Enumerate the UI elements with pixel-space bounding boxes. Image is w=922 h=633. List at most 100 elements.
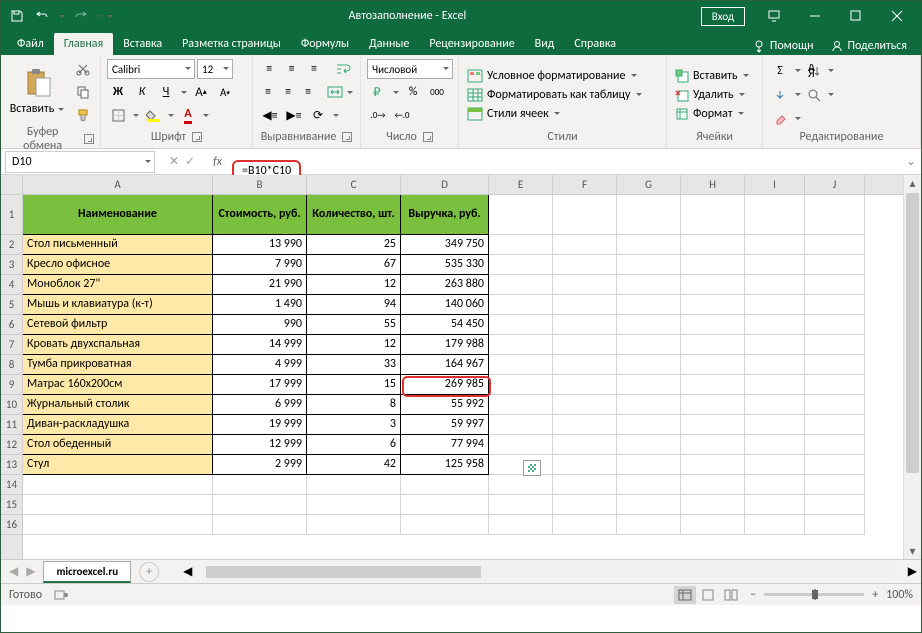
- value-cell[interactable]: 6 999: [213, 395, 307, 415]
- cell[interactable]: [681, 435, 745, 455]
- value-cell[interactable]: 12 999: [213, 435, 307, 455]
- cell[interactable]: [681, 415, 745, 435]
- cell[interactable]: [489, 475, 553, 495]
- row-header-10[interactable]: 10: [1, 395, 22, 415]
- cell[interactable]: [489, 355, 553, 375]
- accounting-dropdown[interactable]: [391, 82, 400, 102]
- row-header-14[interactable]: 14: [1, 475, 22, 495]
- table-header[interactable]: Количество, шт.: [307, 195, 401, 235]
- horizontal-scroll-thumb[interactable]: [206, 566, 481, 578]
- row-header-2[interactable]: 2: [1, 235, 22, 255]
- name-cell[interactable]: Диван-раскладушка: [23, 415, 213, 435]
- column-header-J[interactable]: J: [805, 175, 865, 194]
- row-header-12[interactable]: 12: [1, 435, 22, 455]
- accounting-format-button[interactable]: ₽: [367, 82, 389, 102]
- underline-dropdown[interactable]: [179, 82, 188, 102]
- merge-button[interactable]: [326, 82, 344, 102]
- value-cell[interactable]: 535 330: [401, 255, 489, 275]
- column-header-E[interactable]: E: [489, 175, 553, 194]
- cancel-formula-button[interactable]: ✕: [169, 154, 179, 169]
- cell[interactable]: [681, 355, 745, 375]
- name-cell[interactable]: Тумба прикроватная: [23, 355, 213, 375]
- save-button[interactable]: [5, 4, 29, 28]
- column-header-F[interactable]: F: [553, 175, 617, 194]
- value-cell[interactable]: 164 967: [401, 355, 489, 375]
- value-cell[interactable]: 179 988: [401, 335, 489, 355]
- value-cell[interactable]: 15: [307, 375, 401, 395]
- cell[interactable]: [745, 235, 805, 255]
- qat-customize[interactable]: [105, 4, 114, 28]
- cell[interactable]: [489, 335, 553, 355]
- row-header-13[interactable]: 13: [1, 455, 22, 475]
- wrap-text-button[interactable]: [334, 59, 354, 79]
- cell[interactable]: [553, 295, 617, 315]
- align-middle-button[interactable]: ≡: [281, 59, 301, 79]
- cell[interactable]: [401, 515, 489, 535]
- cell[interactable]: [307, 515, 401, 535]
- cell[interactable]: [805, 475, 865, 495]
- cell[interactable]: [745, 455, 805, 475]
- value-cell[interactable]: 59 997: [401, 415, 489, 435]
- format-cells-button[interactable]: Формат: [673, 106, 753, 122]
- cell[interactable]: [805, 415, 865, 435]
- bold-button[interactable]: Ж: [107, 82, 129, 102]
- cell[interactable]: [617, 495, 681, 515]
- cell[interactable]: [745, 275, 805, 295]
- cell[interactable]: [745, 255, 805, 275]
- cell[interactable]: [681, 475, 745, 495]
- undo-dropdown[interactable]: [57, 4, 66, 28]
- cell[interactable]: [681, 255, 745, 275]
- zoom-in-button[interactable]: +: [872, 588, 878, 602]
- name-cell[interactable]: Моноблок 27": [23, 275, 213, 295]
- cell[interactable]: [681, 295, 745, 315]
- cell[interactable]: [805, 335, 865, 355]
- decrease-font-button[interactable]: A▾: [214, 82, 236, 102]
- fill-button[interactable]: [769, 85, 791, 105]
- redo-button[interactable]: [68, 4, 92, 28]
- data-area[interactable]: НаименованиеСтоимость, руб.Количество, ш…: [23, 195, 903, 535]
- sheet-nav-next[interactable]: ▶: [26, 564, 35, 579]
- value-cell[interactable]: 2 999: [213, 455, 307, 475]
- sheet-nav-prev[interactable]: ◀: [9, 564, 18, 579]
- value-cell[interactable]: 3: [307, 415, 401, 435]
- expand-formula-bar-button[interactable]: ⌄: [901, 154, 921, 169]
- cell[interactable]: [617, 375, 681, 395]
- scroll-up-button[interactable]: ▴: [904, 175, 921, 191]
- cell[interactable]: [617, 335, 681, 355]
- cell[interactable]: [617, 395, 681, 415]
- select-all-corner[interactable]: [1, 175, 22, 195]
- column-header-C[interactable]: C: [307, 175, 401, 194]
- cell[interactable]: [745, 475, 805, 495]
- value-cell[interactable]: 67: [307, 255, 401, 275]
- value-cell[interactable]: 4 999: [213, 355, 307, 375]
- orientation-dropdown[interactable]: [331, 105, 340, 125]
- align-bottom-button[interactable]: ≡: [304, 59, 324, 79]
- cell[interactable]: [213, 515, 307, 535]
- number-format-combo[interactable]: Числовой: [367, 59, 453, 79]
- increase-font-button[interactable]: A▴: [190, 82, 212, 102]
- underline-button[interactable]: Ч: [155, 82, 177, 102]
- cell[interactable]: [805, 375, 865, 395]
- autofill-options-button[interactable]: [523, 460, 541, 476]
- tell-me-button[interactable]: Помощн: [746, 37, 820, 55]
- cell[interactable]: [553, 415, 617, 435]
- cell[interactable]: [681, 235, 745, 255]
- cell[interactable]: [681, 375, 745, 395]
- align-left-button[interactable]: ≡: [259, 82, 277, 102]
- value-cell[interactable]: 8: [307, 395, 401, 415]
- cell[interactable]: [745, 375, 805, 395]
- column-header-G[interactable]: G: [617, 175, 681, 194]
- italic-button[interactable]: К: [131, 82, 153, 102]
- cell[interactable]: [617, 195, 681, 235]
- cell[interactable]: [745, 495, 805, 515]
- cell[interactable]: [805, 195, 865, 235]
- value-cell[interactable]: 263 880: [401, 275, 489, 295]
- increase-indent-button[interactable]: ▶≡: [283, 105, 305, 125]
- scroll-right-button[interactable]: ▶: [908, 564, 917, 579]
- value-cell[interactable]: 125 958: [401, 455, 489, 475]
- cell[interactable]: [745, 435, 805, 455]
- cell[interactable]: [553, 455, 617, 475]
- cell[interactable]: [617, 515, 681, 535]
- font-color-button[interactable]: A: [177, 105, 199, 125]
- vertical-scrollbar[interactable]: ▴ ▾: [903, 175, 921, 559]
